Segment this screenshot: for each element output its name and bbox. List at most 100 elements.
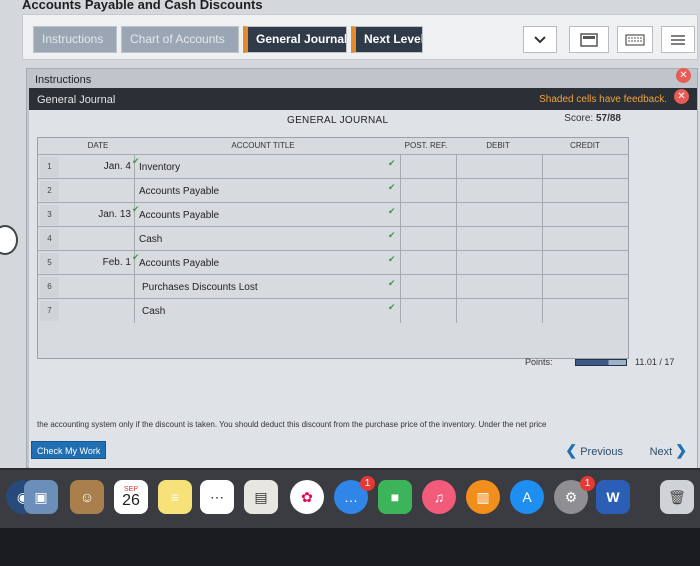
cell-divider: [542, 179, 543, 203]
tab-next-level[interactable]: Next Level: [351, 26, 423, 53]
keyboard-icon: [625, 33, 645, 46]
trash-icon[interactable]: 🗑: [660, 480, 694, 514]
points-value: 11.01 / 17: [635, 357, 675, 367]
side-handle[interactable]: [0, 225, 18, 255]
cell-divider: [456, 299, 457, 323]
screen: Accounts Payable and Cash Discounts Inst…: [0, 0, 700, 468]
date-cell[interactable]: Jan. 13: [56, 209, 131, 220]
account-title-cell[interactable]: Accounts Payable: [139, 210, 219, 221]
list-icon: [671, 34, 685, 45]
settings-badge: 1: [580, 476, 595, 491]
music-icon[interactable]: ♫: [422, 480, 456, 514]
cell-divider: [400, 155, 401, 179]
reminders-icon[interactable]: ⋯: [200, 480, 234, 514]
chevron-left-icon: ❮: [565, 442, 578, 458]
photos-icon[interactable]: ✿: [290, 480, 324, 514]
check-icon: ✔: [388, 230, 396, 240]
calendar-day: 26: [122, 491, 140, 509]
cell-divider: [456, 179, 457, 203]
list-button[interactable]: [661, 26, 695, 53]
cell-divider: [456, 251, 457, 275]
account-title-cell[interactable]: Inventory: [139, 162, 180, 173]
table-row: 4 Cash ✔: [38, 226, 628, 251]
cell-divider: [542, 299, 543, 323]
date-cell[interactable]: Feb. 1: [56, 257, 131, 268]
messages-badge: 1: [360, 476, 375, 491]
table-row: 5 Feb. 1 ✔ Accounts Payable ✔: [38, 250, 628, 275]
journal-table: DATE ACCOUNT TITLE POST. REF. DEBIT CRED…: [37, 137, 629, 359]
table-row: 3 Jan. 13 ✔ Accounts Payable ✔: [38, 202, 628, 227]
cell-divider: [456, 155, 457, 179]
next-button[interactable]: Next ❯: [650, 442, 687, 459]
row-number: 6: [40, 277, 59, 297]
cell-divider: [400, 203, 401, 227]
row-number: 4: [40, 229, 59, 249]
previous-button[interactable]: ❮ Previous: [565, 442, 623, 459]
account-title-cell[interactable]: Cash: [139, 234, 162, 245]
facetime-icon[interactable]: ■: [378, 480, 412, 514]
date-cell[interactable]: Jan. 4: [56, 161, 131, 172]
word-icon[interactable]: W: [596, 480, 630, 514]
cell-divider: [134, 227, 135, 251]
close-icon[interactable]: ✕: [676, 68, 691, 83]
dock: ◉ ▣ ☺ SEP 26 ≡ ⋯ ▤ ✿ … 1 ■ ♫ ▥ A ⚙ 1 W 🗑: [0, 470, 700, 528]
check-icon: ✔: [388, 158, 396, 168]
cell-divider: [456, 227, 457, 251]
chevron-right-icon: ❯: [675, 442, 687, 458]
cell-divider: [456, 203, 457, 227]
books-icon[interactable]: ▥: [466, 480, 500, 514]
chevron-down-icon: [534, 35, 546, 43]
tab-general-journal[interactable]: General Journal: [243, 26, 347, 53]
cell-divider: [400, 299, 401, 323]
check-my-work-button[interactable]: Check My Work: [31, 441, 107, 459]
cell-divider: [134, 299, 135, 323]
table-row: 1 Jan. 4 ✔ Inventory ✔: [38, 154, 628, 179]
instructions-panel: Instructions ✕ General Journal Shaded ce…: [26, 68, 698, 468]
table-row: 6 Purchases Discounts Lost ✔: [38, 274, 628, 299]
score-label: Score:: [564, 113, 594, 124]
panel-title: Instructions: [35, 74, 92, 86]
account-title-cell[interactable]: Purchases Discounts Lost: [142, 282, 258, 293]
check-icon: ✔: [388, 182, 396, 192]
check-icon: ✔: [388, 206, 396, 216]
cell-divider: [542, 155, 543, 179]
table-row: 7 Cash ✔: [38, 298, 628, 323]
app-store-icon[interactable]: A: [510, 480, 544, 514]
account-title-cell[interactable]: Accounts Payable: [139, 258, 219, 269]
photo-booth-icon[interactable]: ▤: [244, 480, 278, 514]
cell-divider: [542, 227, 543, 251]
close-journal-icon[interactable]: ✕: [674, 89, 689, 104]
cell-divider: [134, 275, 135, 299]
score-value: 57/88: [595, 113, 621, 124]
cell-divider: [134, 179, 135, 203]
app-title: Accounts Payable and Cash Discounts: [22, 0, 263, 12]
journal-title: GENERAL JOURNAL: [287, 115, 389, 126]
preview-icon[interactable]: ▣: [24, 480, 58, 514]
cell-divider: [400, 275, 401, 299]
tab-chart-of-accounts[interactable]: Chart of Accounts: [121, 26, 239, 53]
cell-divider: [542, 275, 543, 299]
notes-icon[interactable]: ≡: [158, 480, 192, 514]
table-row: 2 Accounts Payable ✔: [38, 178, 628, 203]
contacts-icon[interactable]: ☺: [70, 480, 104, 514]
points-label: Points:: [525, 357, 553, 367]
col-debit: DEBIT: [486, 141, 510, 150]
instruction-text: the accounting system only if the discou…: [37, 420, 547, 429]
points-bar: [575, 359, 627, 366]
feedback-note: Shaded cells have feedback.: [539, 94, 667, 105]
next-label: Next: [649, 446, 673, 458]
col-account-title: ACCOUNT TITLE: [231, 141, 295, 150]
account-title-cell[interactable]: Accounts Payable: [139, 186, 219, 197]
journal-content: Score: 57/88 GENERAL JOURNAL DATE ACCOUN…: [29, 110, 697, 468]
cell-divider: [400, 251, 401, 275]
row-number: 7: [40, 301, 59, 321]
tab-instructions[interactable]: Instructions: [33, 26, 117, 53]
account-title-cell[interactable]: Cash: [142, 306, 165, 317]
calendar-icon[interactable]: SEP 26: [114, 480, 148, 514]
toolbar: Instructions Chart of Accounts General J…: [22, 14, 698, 60]
score: Score: 57/88: [564, 113, 621, 124]
dropdown-button[interactable]: [523, 26, 557, 53]
check-icon: ✔: [388, 278, 396, 288]
calculator-button[interactable]: [569, 26, 609, 53]
keyboard-button[interactable]: [617, 26, 653, 53]
